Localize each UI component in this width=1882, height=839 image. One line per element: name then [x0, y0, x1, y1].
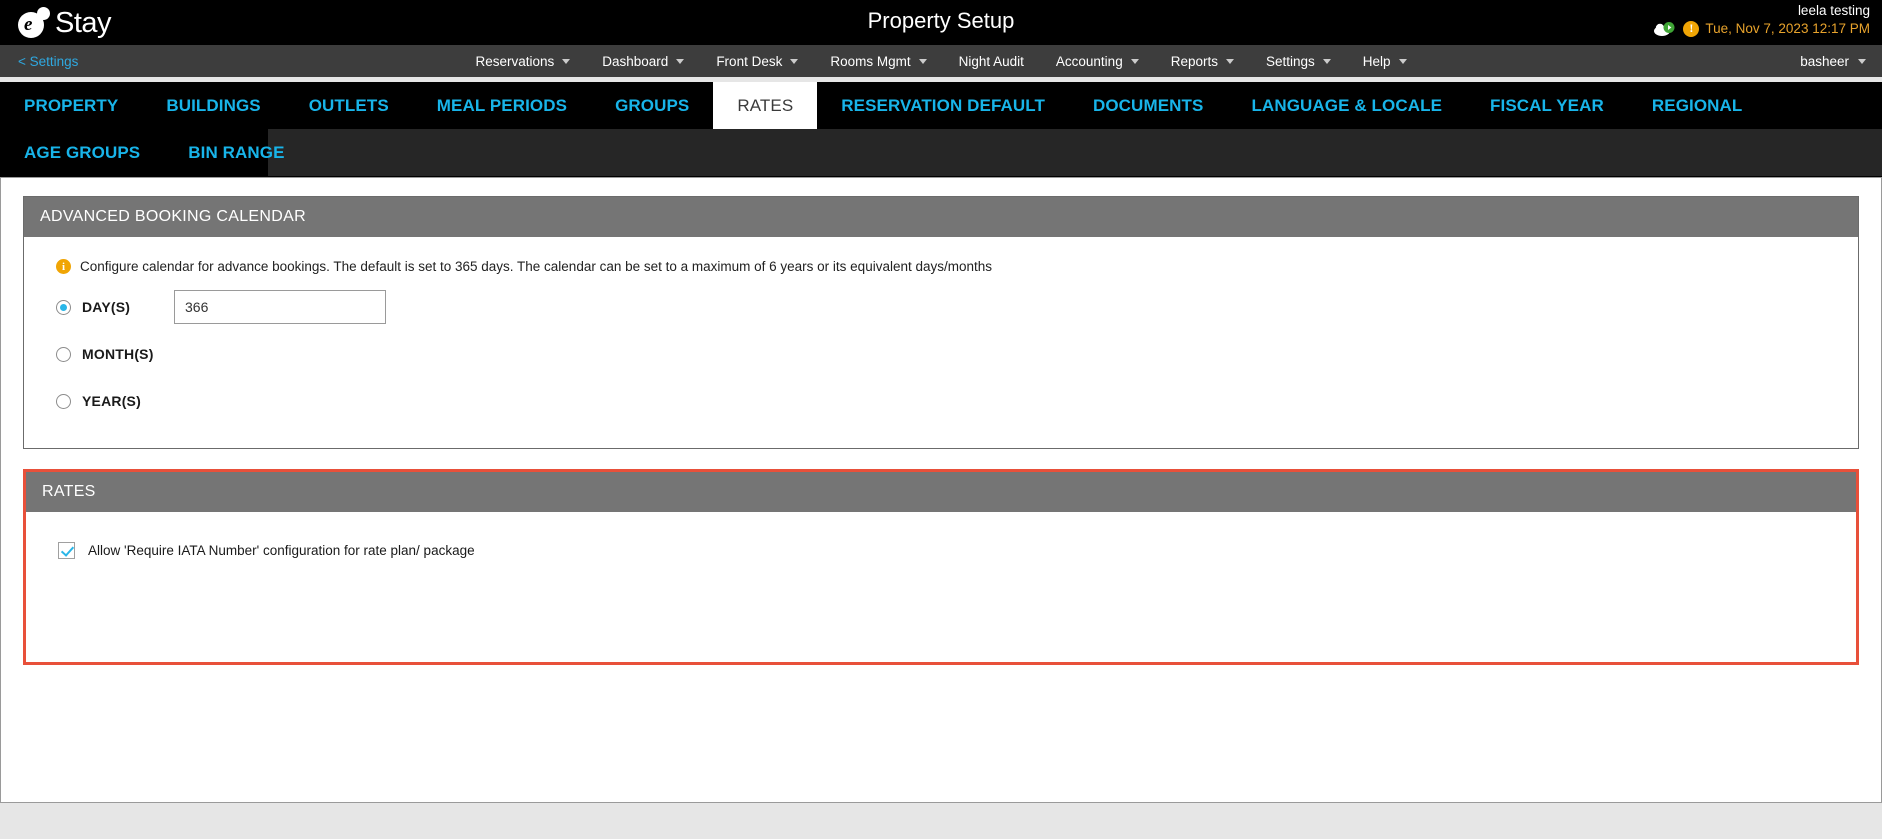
header-datetime: Tue, Nov 7, 2023 12:17 PM [1705, 20, 1870, 36]
info-icon: i [56, 259, 71, 274]
nav-item-reservations[interactable]: Reservations [475, 53, 571, 69]
nav-item-accounting[interactable]: Accounting [1056, 54, 1139, 69]
radio-days-label: DAY(S) [82, 299, 131, 315]
rates-panel: RATES Allow 'Require IATA Number' config… [23, 469, 1859, 665]
tab-strip-wrapper: PROPERTY BUILDINGS OUTLETS MEAL PERIODS … [0, 77, 1882, 177]
tab-age-groups[interactable]: AGE GROUPS [0, 129, 164, 176]
page-title: Property Setup [867, 8, 1015, 33]
radio-row-years: YEAR(S) [56, 384, 1858, 418]
nav-item-label: Night Audit [958, 53, 1024, 69]
advanced-booking-calendar-panel: ADVANCED BOOKING CALENDAR i Configure ca… [23, 196, 1859, 449]
nav-item-reports[interactable]: Reports [1171, 54, 1234, 69]
tab-documents[interactable]: DOCUMENTS [1069, 82, 1227, 129]
account-menu[interactable]: basheer [1800, 54, 1866, 69]
nav-item-label: Settings [1265, 53, 1315, 69]
nav-item-label: Rooms Mgmt [830, 53, 911, 69]
tab-row-secondary: AGE GROUPS BIN RANGE [0, 129, 1882, 176]
iata-requirement-checkbox[interactable] [58, 542, 75, 559]
days-value-input[interactable] [174, 290, 386, 324]
chevron-down-icon [1225, 58, 1234, 64]
iata-requirement-label: Allow 'Require IATA Number' configuratio… [88, 543, 475, 558]
tab-rates[interactable]: RATES [713, 82, 818, 129]
chevron-down-icon [676, 58, 685, 64]
tab-buildings[interactable]: BUILDINGS [142, 82, 284, 129]
radio-years[interactable] [56, 393, 71, 409]
radio-row-days: DAY(S) [56, 290, 1858, 324]
tab-bin-range[interactable]: BIN RANGE [164, 129, 308, 176]
tab-meal-periods[interactable]: MEAL PERIODS [413, 82, 591, 129]
rates-panel-title: RATES [26, 472, 1856, 512]
top-header-bar: e Stay Property Setup leela testing ! Tu… [0, 0, 1882, 45]
tab-groups[interactable]: GROUPS [591, 82, 713, 129]
property-name-label: leela testing [1797, 3, 1870, 18]
nav-item-settings[interactable]: Settings [1266, 54, 1331, 69]
chevron-down-icon [1858, 58, 1866, 64]
nav-item-help[interactable]: Help [1363, 54, 1407, 69]
nav-item-label: Front Desk [716, 53, 783, 69]
info-message-text: Configure calendar for advance bookings.… [80, 259, 993, 274]
nav-item-front-desk[interactable]: Front Desk [716, 53, 799, 69]
tab-reservation-default[interactable]: RESERVATION DEFAULT [817, 82, 1069, 129]
nav-item-label: Accounting [1055, 53, 1123, 69]
main-navigation-bar: < Settings Reservations Dashboard Front … [0, 45, 1882, 77]
header-status-row: ! Tue, Nov 7, 2023 12:17 PM [1653, 20, 1870, 37]
rates-panel-body: Allow 'Require IATA Number' configuratio… [26, 512, 1856, 662]
tab-fiscal-year[interactable]: FISCAL YEAR [1466, 82, 1628, 129]
advanced-booking-calendar-body: i Configure calendar for advance booking… [24, 237, 1858, 448]
tab-row-primary: PROPERTY BUILDINGS OUTLETS MEAL PERIODS … [0, 82, 1882, 129]
nav-item-label: Reservations [475, 53, 555, 69]
account-name-label: basheer [1800, 53, 1849, 69]
chevron-down-icon [1398, 58, 1407, 64]
chevron-down-icon [1322, 58, 1331, 64]
tab-regional[interactable]: REGIONAL [1628, 82, 1767, 129]
header-user-info: leela testing ! Tue, Nov 7, 2023 12:17 P… [1653, 3, 1870, 37]
tab-strip: PROPERTY BUILDINGS OUTLETS MEAL PERIODS … [0, 82, 1882, 177]
tab-property[interactable]: PROPERTY [0, 82, 142, 129]
chevron-down-icon [562, 58, 571, 64]
radio-years-label: YEAR(S) [82, 393, 141, 409]
chevron-down-icon [790, 58, 799, 64]
cloud-sync-icon[interactable] [1653, 21, 1677, 37]
radio-months-label: MONTH(S) [82, 346, 154, 362]
nav-item-label: Dashboard [602, 53, 669, 69]
nav-item-night-audit[interactable]: Night Audit [959, 54, 1024, 69]
tab-language-and-locale[interactable]: LANGUAGE & LOCALE [1227, 82, 1466, 129]
nav-item-label: Reports [1170, 53, 1218, 69]
content-area: ADVANCED BOOKING CALENDAR i Configure ca… [0, 177, 1882, 803]
tab-outlets[interactable]: OUTLETS [285, 82, 413, 129]
chevron-down-icon [918, 58, 927, 64]
booking-unit-radio-group: DAY(S) MONTH(S) YEAR(S) [24, 274, 1858, 448]
info-message: i Configure calendar for advance booking… [24, 237, 1858, 274]
radio-row-months: MONTH(S) [56, 337, 1858, 371]
nav-item-dashboard[interactable]: Dashboard [602, 53, 685, 69]
nav-item-label: Help [1362, 53, 1391, 69]
nav-item-rooms-mgmt[interactable]: Rooms Mgmt [830, 53, 927, 69]
radio-days[interactable] [56, 299, 71, 315]
back-to-settings-link[interactable]: < Settings [18, 54, 78, 69]
nav-menu-items: Reservations Dashboard Front Desk Rooms … [475, 53, 1407, 69]
advanced-booking-calendar-title: ADVANCED BOOKING CALENDAR [24, 197, 1858, 237]
chevron-down-icon [1130, 58, 1139, 64]
iata-requirement-row: Allow 'Require IATA Number' configuratio… [26, 512, 1856, 559]
warning-icon[interactable]: ! [1683, 20, 1700, 37]
radio-months[interactable] [56, 346, 71, 362]
